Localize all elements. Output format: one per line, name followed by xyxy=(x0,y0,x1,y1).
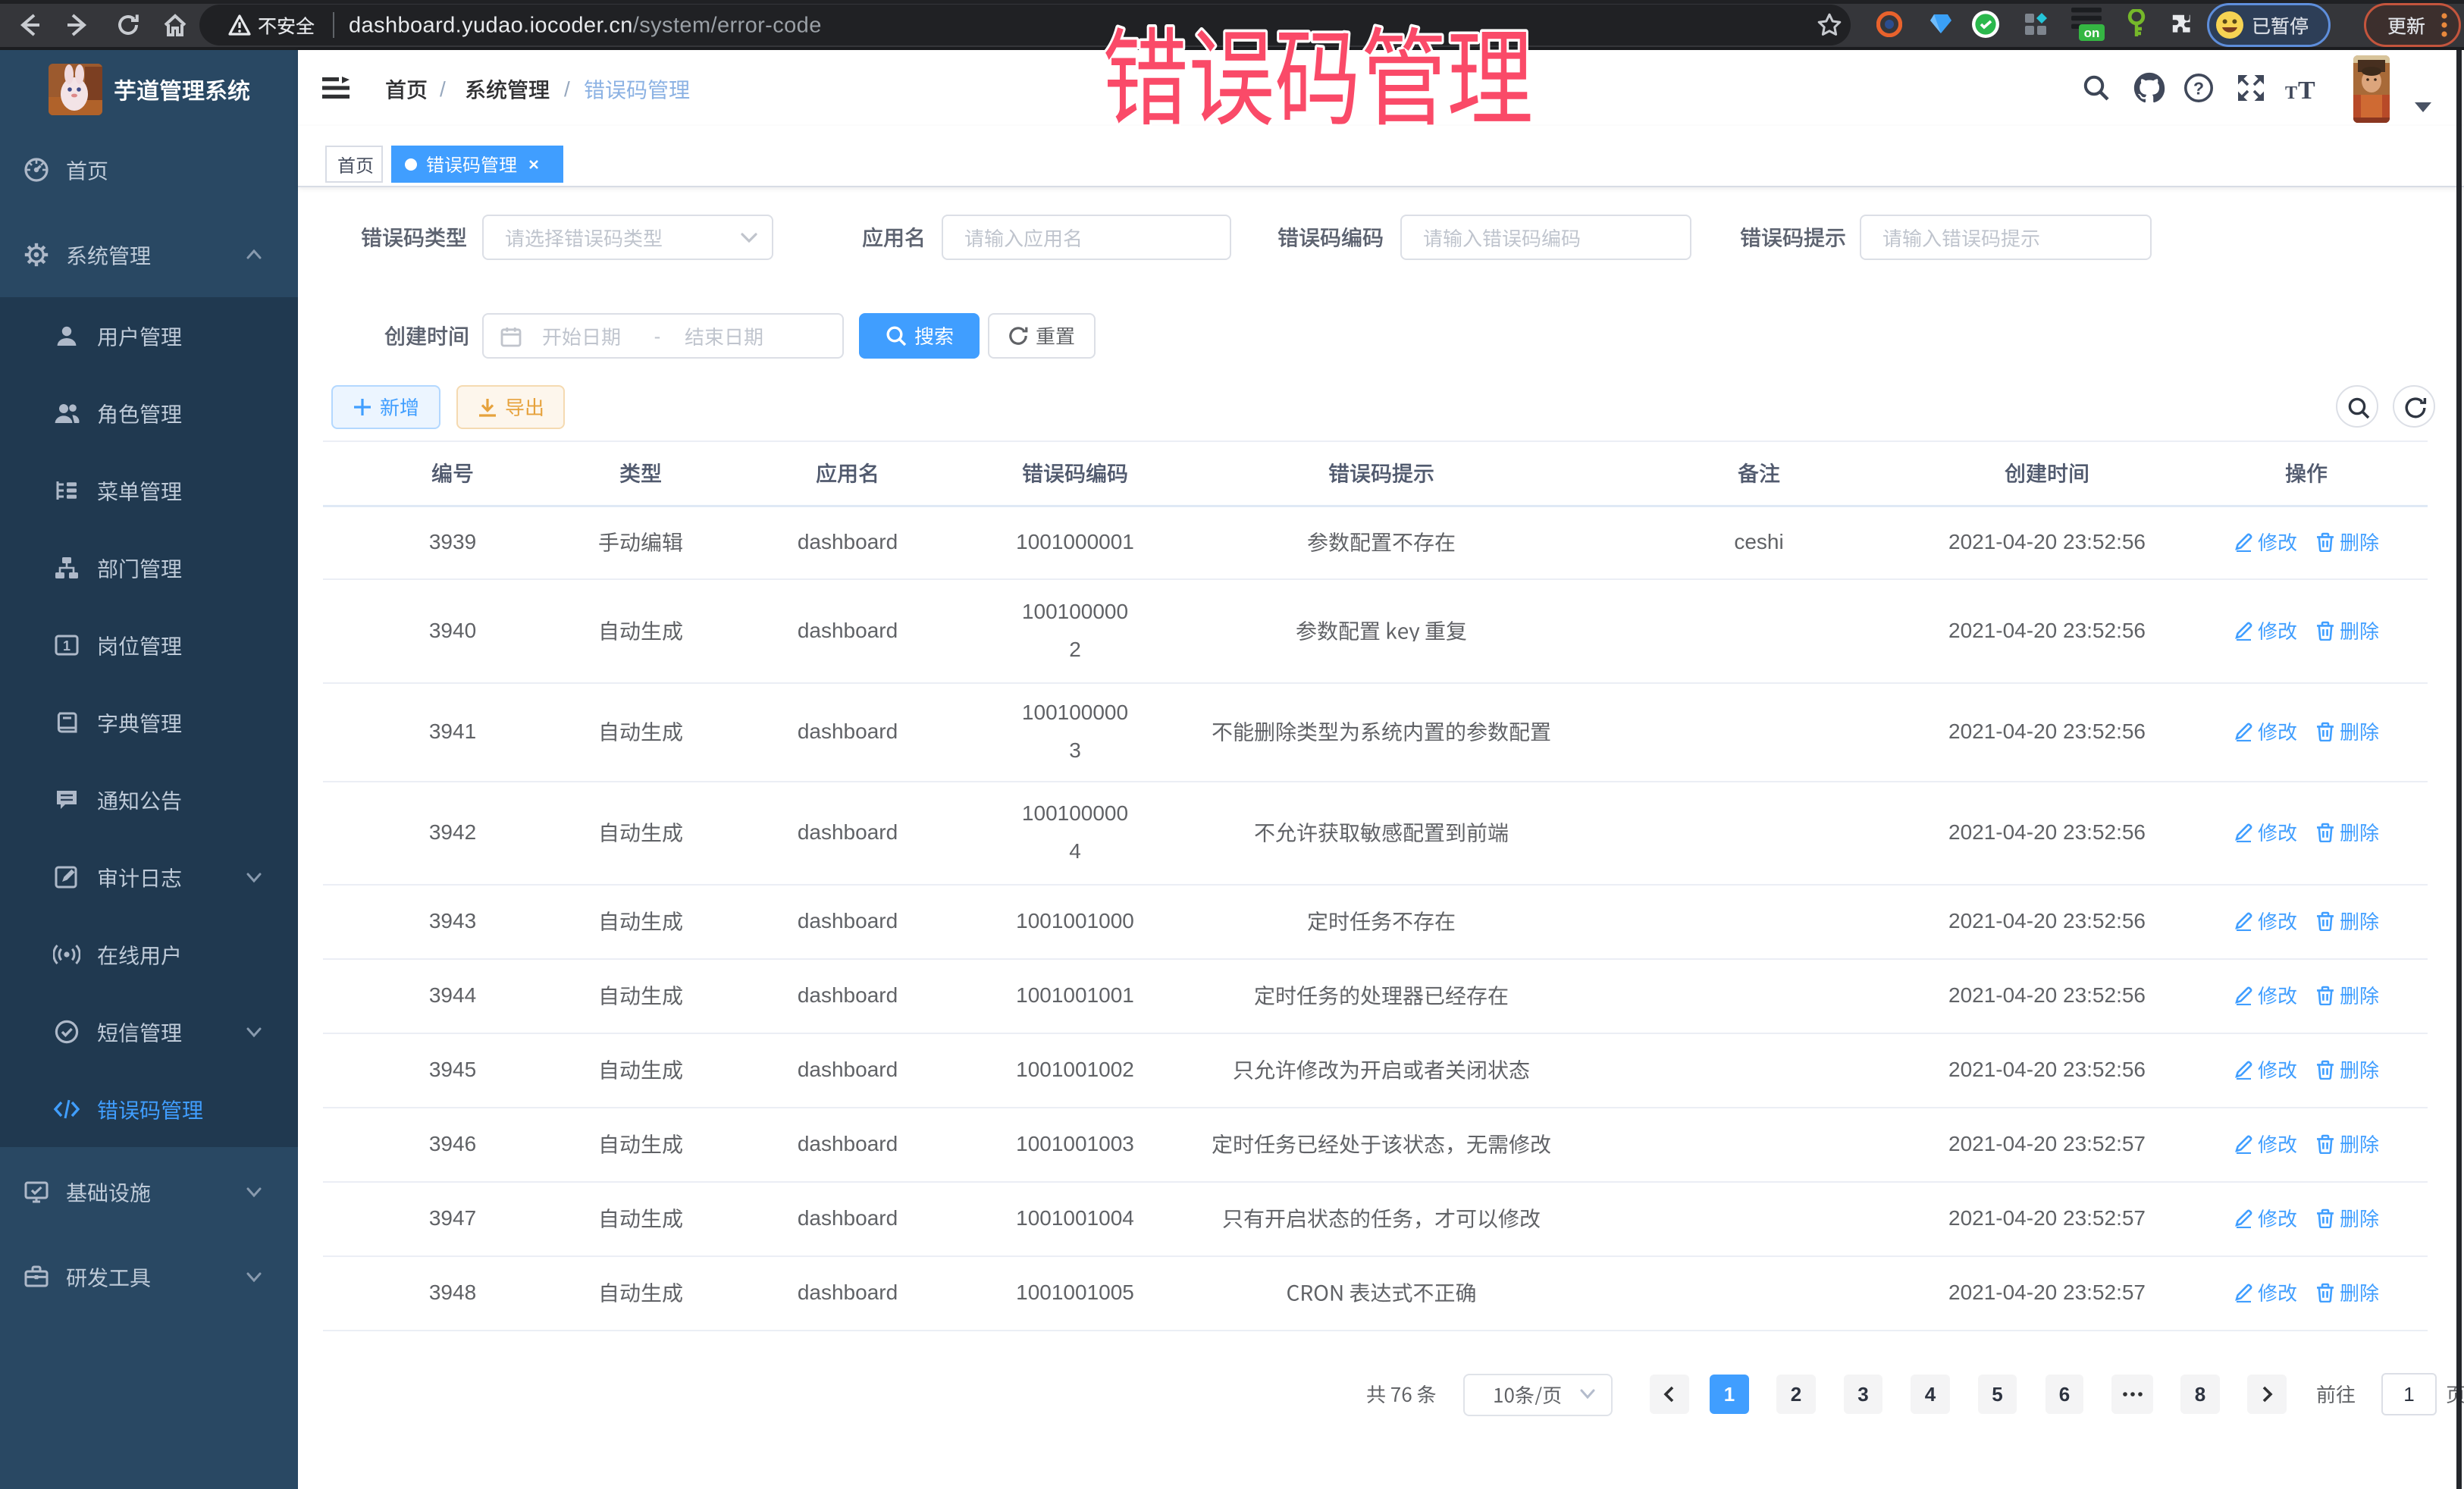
svg-text:1: 1 xyxy=(63,638,71,654)
svg-text:T: T xyxy=(2298,77,2315,103)
svg-text:on: on xyxy=(2084,26,2100,40)
svg-text:T: T xyxy=(2285,83,2297,103)
svg-text:?: ? xyxy=(2193,78,2204,98)
